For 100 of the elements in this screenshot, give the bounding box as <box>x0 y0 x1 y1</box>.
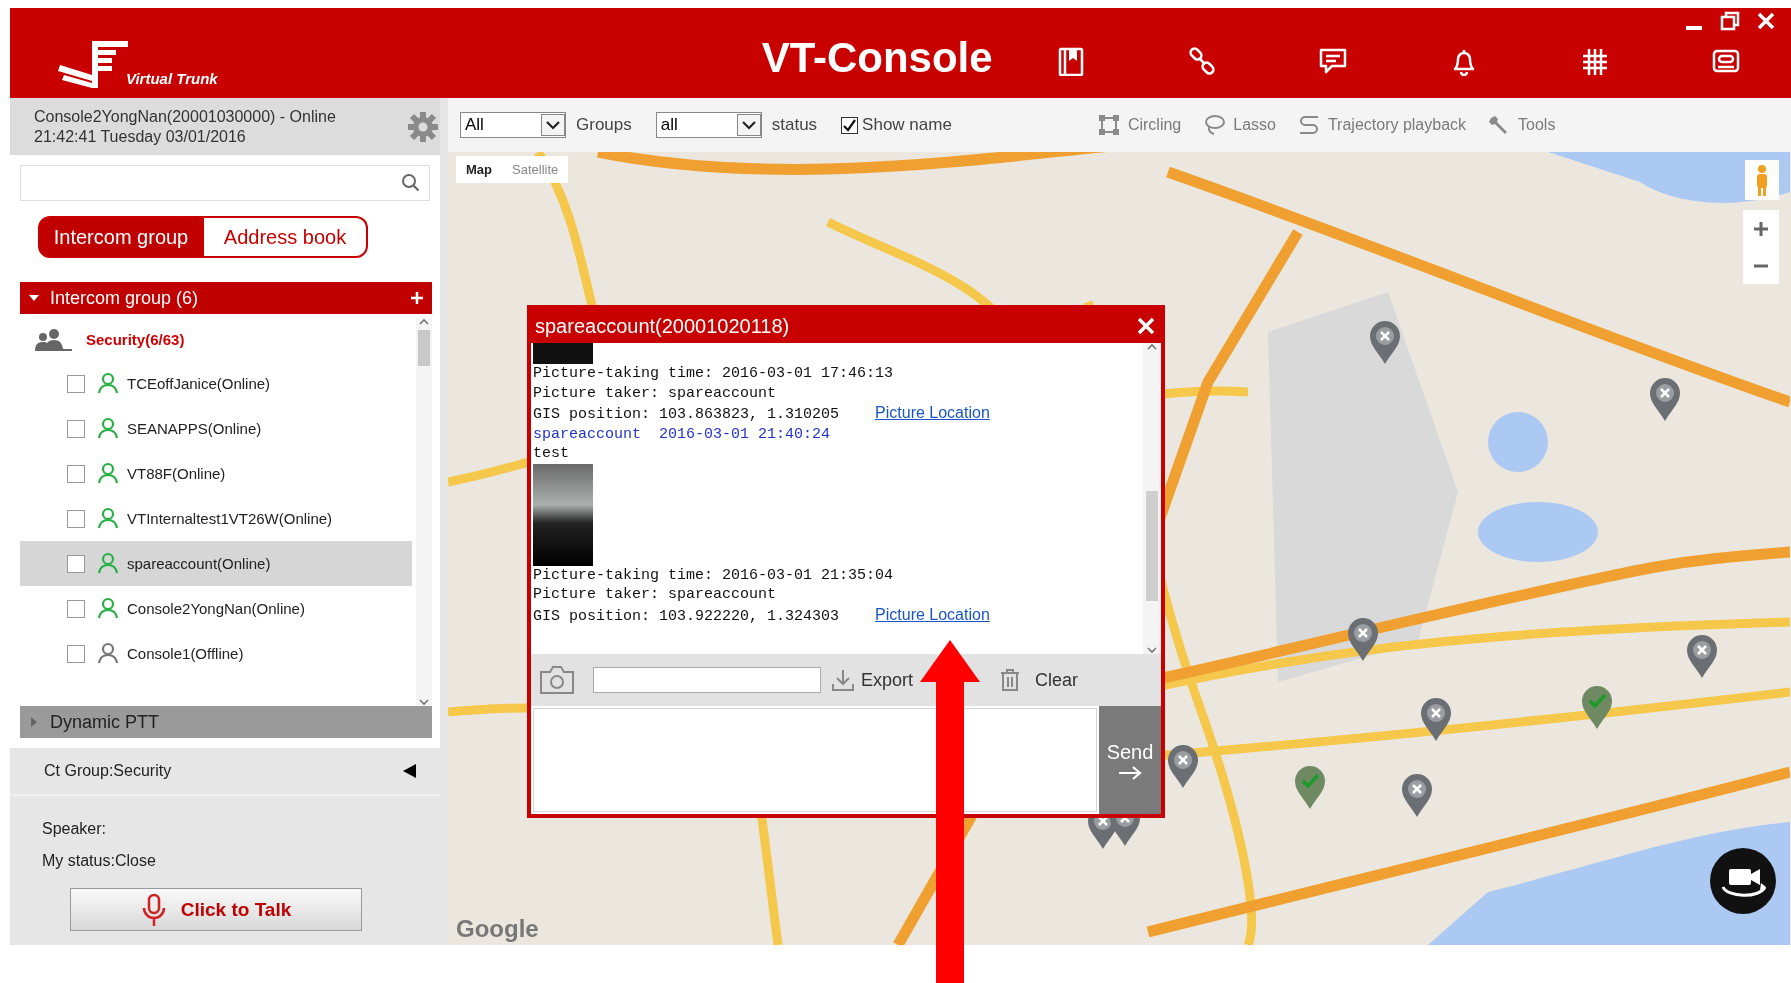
picture-location-link[interactable]: Picture Location <box>875 404 990 421</box>
photo-placeholder <box>533 343 593 364</box>
chevron-up-icon[interactable] <box>419 318 429 326</box>
map-pin-icon[interactable] <box>1419 697 1453 743</box>
text-input-field[interactable] <box>593 667 821 693</box>
download-icon <box>831 668 855 692</box>
picture-taker-text: Picture taker: spareaccount <box>533 383 778 403</box>
message-input-field[interactable] <box>533 708 1097 812</box>
tab[interactable]: Intercom group <box>38 216 204 258</box>
send-button[interactable]: Send <box>1099 706 1161 814</box>
check-icon <box>843 118 857 132</box>
tools-button[interactable]: Tools <box>1488 114 1556 136</box>
close-icon[interactable] <box>1137 317 1155 335</box>
checkbox[interactable] <box>67 644 85 663</box>
tab[interactable]: Address book <box>204 216 368 258</box>
chevron-down-icon[interactable] <box>1147 646 1157 654</box>
member-row[interactable]: spareaccount(Online) <box>20 541 412 586</box>
member-row[interactable]: VT88F(Online) <box>20 451 412 496</box>
group-header[interactable]: Intercom group (6) <box>20 282 432 314</box>
map-pin-icon[interactable] <box>1580 685 1614 731</box>
group-filter-select[interactable]: All <box>460 112 566 138</box>
map-pin-icon[interactable] <box>1166 744 1200 790</box>
map-pin-icon[interactable] <box>1648 377 1682 423</box>
member-name: SEANAPPS(Online) <box>127 420 262 437</box>
message-time: 2016-03-01 21:40:24 <box>659 425 831 443</box>
member-name: Console1(Offline) <box>127 645 244 662</box>
zoom-in-icon[interactable] <box>1753 220 1769 237</box>
groups-label: Groups <box>576 115 632 135</box>
gis-position-text: GIS position: 103.863823, 1.310205 <box>533 406 840 423</box>
export-button[interactable]: Export <box>831 668 914 692</box>
checkbox[interactable] <box>67 374 85 393</box>
plus-icon[interactable] <box>410 291 424 305</box>
camera-icon[interactable] <box>539 665 575 695</box>
checkbox[interactable] <box>67 419 85 438</box>
picture-time-text: Picture-taking time: 2016-03-01 21:35:04 <box>533 565 895 585</box>
lasso-icon <box>1203 114 1226 136</box>
account-status-text: Console2YongNan(20001030000) - Online <box>34 107 337 126</box>
arrow-right-icon <box>1118 765 1142 780</box>
speech-bubble-icon[interactable] <box>1317 46 1348 76</box>
app-title: VT-Console <box>761 34 994 82</box>
member-row[interactable]: SEANAPPS(Online) <box>20 406 412 451</box>
checkbox[interactable] <box>67 509 85 528</box>
checkbox[interactable] <box>67 599 85 618</box>
member-row[interactable]: TCEoffJanice(Online) <box>20 361 412 406</box>
dropdown-caret-icon[interactable] <box>541 114 565 136</box>
chain-link-icon[interactable] <box>1186 46 1217 76</box>
s-curve-icon <box>1297 114 1320 136</box>
talk-button[interactable]: Click to Talk <box>70 888 362 931</box>
member-name: TCEoffJanice(Online) <box>127 375 271 392</box>
gis-position-text: GIS position: 103.922220, 1.324303 <box>533 607 840 625</box>
trash-icon <box>999 668 1022 692</box>
speaker-text: Speaker: <box>41 820 108 838</box>
map-pin-icon[interactable] <box>1293 765 1327 811</box>
picture-time-text: Picture-taking time: 2016-03-01 17:46:13 <box>533 364 895 384</box>
group-name[interactable]: Security(6/63) <box>86 331 185 348</box>
message-text: test <box>533 444 570 464</box>
show-name-label: Show name <box>862 115 952 135</box>
lasso-tool-button[interactable]: Lasso <box>1203 114 1276 136</box>
map-pin-icon[interactable] <box>1368 320 1402 366</box>
member-row[interactable]: VTInternaltest1VT26W(Online) <box>20 496 412 541</box>
member-name: VTInternaltest1VT26W(Online) <box>127 510 333 527</box>
chevron-up-icon[interactable] <box>1147 343 1157 351</box>
triangle-left-icon[interactable] <box>402 763 418 779</box>
trajectory-playback-button[interactable]: Trajectory playback <box>1297 114 1467 136</box>
map-pin-icon[interactable] <box>1685 634 1719 680</box>
logo-text: Virtual Trunk <box>126 70 218 87</box>
checkbox[interactable] <box>67 554 85 573</box>
picture-location-link[interactable]: Picture Location <box>875 605 990 623</box>
microphone-icon <box>140 892 167 927</box>
logo-stripes-icon <box>58 39 128 89</box>
sender-name: spareaccount <box>533 425 642 443</box>
map-pin-icon[interactable] <box>1400 773 1434 819</box>
status-label: status <box>771 115 818 135</box>
dropdown-caret-icon[interactable] <box>736 114 761 136</box>
member-name: VT88F(Online) <box>127 465 226 482</box>
search-field[interactable] <box>20 165 430 201</box>
clear-button[interactable]: Clear <box>999 668 1079 692</box>
my-status-text: My status:Close <box>41 852 157 870</box>
circling-tool-button[interactable]: Circling <box>1097 114 1182 136</box>
member-row[interactable]: Console1(Offline) <box>20 631 412 676</box>
scrollbar-thumb[interactable] <box>1146 491 1158 601</box>
square-selection-icon <box>1097 114 1120 136</box>
date-time-text: 21:42:41 Tuesday 03/01/2016 <box>34 127 247 146</box>
member-row[interactable]: Console2YongNan(Online) <box>20 586 412 631</box>
search-icon[interactable] <box>401 173 421 193</box>
member-name: spareaccount(Online) <box>127 555 271 572</box>
member-name: Console2YongNan(Online) <box>127 600 305 617</box>
checkbox[interactable] <box>67 464 85 483</box>
status-filter-select[interactable]: all <box>655 112 762 138</box>
map-pin-icon[interactable] <box>1346 617 1380 663</box>
picture-taker-text: Picture taker: spareaccount <box>533 585 778 605</box>
settings-icon[interactable] <box>406 109 440 144</box>
chevron-down-icon[interactable] <box>419 698 429 706</box>
restore-icon[interactable] <box>1719 10 1741 32</box>
close-icon[interactable] <box>1755 10 1777 32</box>
group-header[interactable]: Dynamic PTT <box>20 706 432 738</box>
scrollbar-thumb[interactable] <box>418 330 430 366</box>
group-label: Intercom group (6) <box>50 287 200 309</box>
video-switch-icon[interactable] <box>1709 847 1777 915</box>
show-name-checkbox[interactable] <box>841 116 859 134</box>
